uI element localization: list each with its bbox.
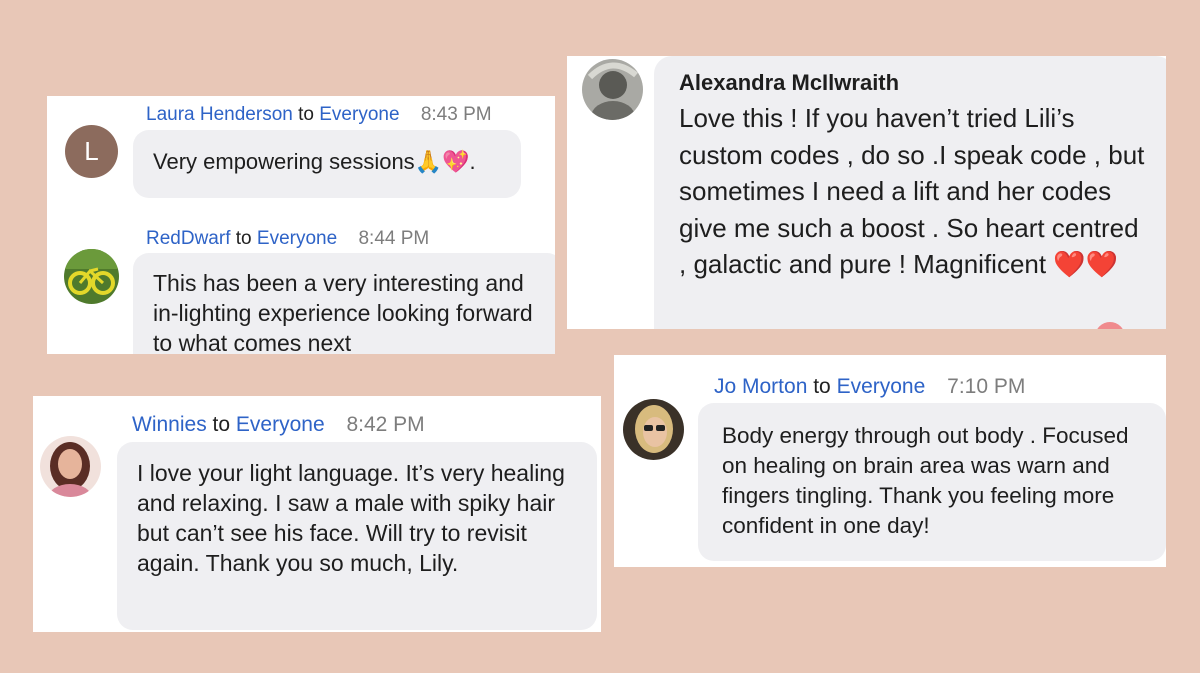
recipient-name[interactable]: Everyone <box>236 413 325 436</box>
message-bubble: I love your light language. It’s very he… <box>117 442 597 630</box>
recipient-name[interactable]: Everyone <box>319 104 399 125</box>
message-header: Winnies to Everyone 8:42 PM <box>132 413 425 437</box>
message-bubble: Body energy through out body . Focused o… <box>698 403 1166 561</box>
chat-card-4: Jo Morton to Everyone 7:10 PM Body energ… <box>614 355 1166 567</box>
bicycle-photo-icon[interactable] <box>64 249 119 304</box>
person-photo-icon[interactable] <box>582 59 643 120</box>
avatar-letter: L <box>84 136 99 166</box>
recipient-name[interactable]: Everyone <box>837 375 926 398</box>
message-bubble: This has been a very interesting and in-… <box>133 253 555 354</box>
message-bubble: Very empowering sessions🙏💖. <box>133 130 521 198</box>
message-time: 8:42 PM <box>346 413 425 436</box>
chat-card-1: Laura Henderson to Everyone 8:43 PM L Ve… <box>47 96 555 354</box>
message-header: RedDwarf to Everyone 8:44 PM <box>146 228 429 250</box>
message-header: Laura Henderson to Everyone 8:43 PM <box>146 104 492 126</box>
heart-emoji: ❤️❤️ <box>1053 249 1119 279</box>
message-text: This has been a very interesting and in-… <box>153 270 533 354</box>
message-time: 8:43 PM <box>420 104 492 125</box>
sender-name[interactable]: Alexandra McIlwraith <box>679 68 1149 98</box>
sender-name[interactable]: Winnies <box>132 413 207 436</box>
chat-card-2: Alexandra McIlwraith Love this ! If you … <box>567 56 1166 329</box>
message-time: 7:10 PM <box>947 375 1026 398</box>
woman-sunglasses-photo-icon[interactable] <box>623 399 684 460</box>
to-label: to <box>212 413 231 436</box>
sender-name[interactable]: Laura Henderson <box>146 104 293 125</box>
sender-name[interactable]: RedDwarf <box>146 228 230 249</box>
message-bubble: Alexandra McIlwraith Love this ! If you … <box>654 56 1166 329</box>
woman-photo-icon[interactable] <box>40 436 101 497</box>
message-header: Jo Morton to Everyone 7:10 PM <box>714 375 1025 399</box>
recipient-name[interactable]: Everyone <box>257 228 337 249</box>
message-time: 8:44 PM <box>358 228 430 249</box>
sender-name[interactable]: Jo Morton <box>714 375 807 398</box>
chat-card-3: Winnies to Everyone 8:42 PM I love your … <box>33 396 601 632</box>
message-text: Body energy through out body . Focused o… <box>722 423 1129 538</box>
message-text: Very empowering sessions🙏💖. <box>153 149 476 174</box>
to-label: to <box>813 375 831 398</box>
to-label: to <box>298 104 314 125</box>
avatar[interactable]: L <box>65 125 118 178</box>
to-label: to <box>235 228 252 249</box>
message-text: I love your light language. It’s very he… <box>137 460 565 576</box>
